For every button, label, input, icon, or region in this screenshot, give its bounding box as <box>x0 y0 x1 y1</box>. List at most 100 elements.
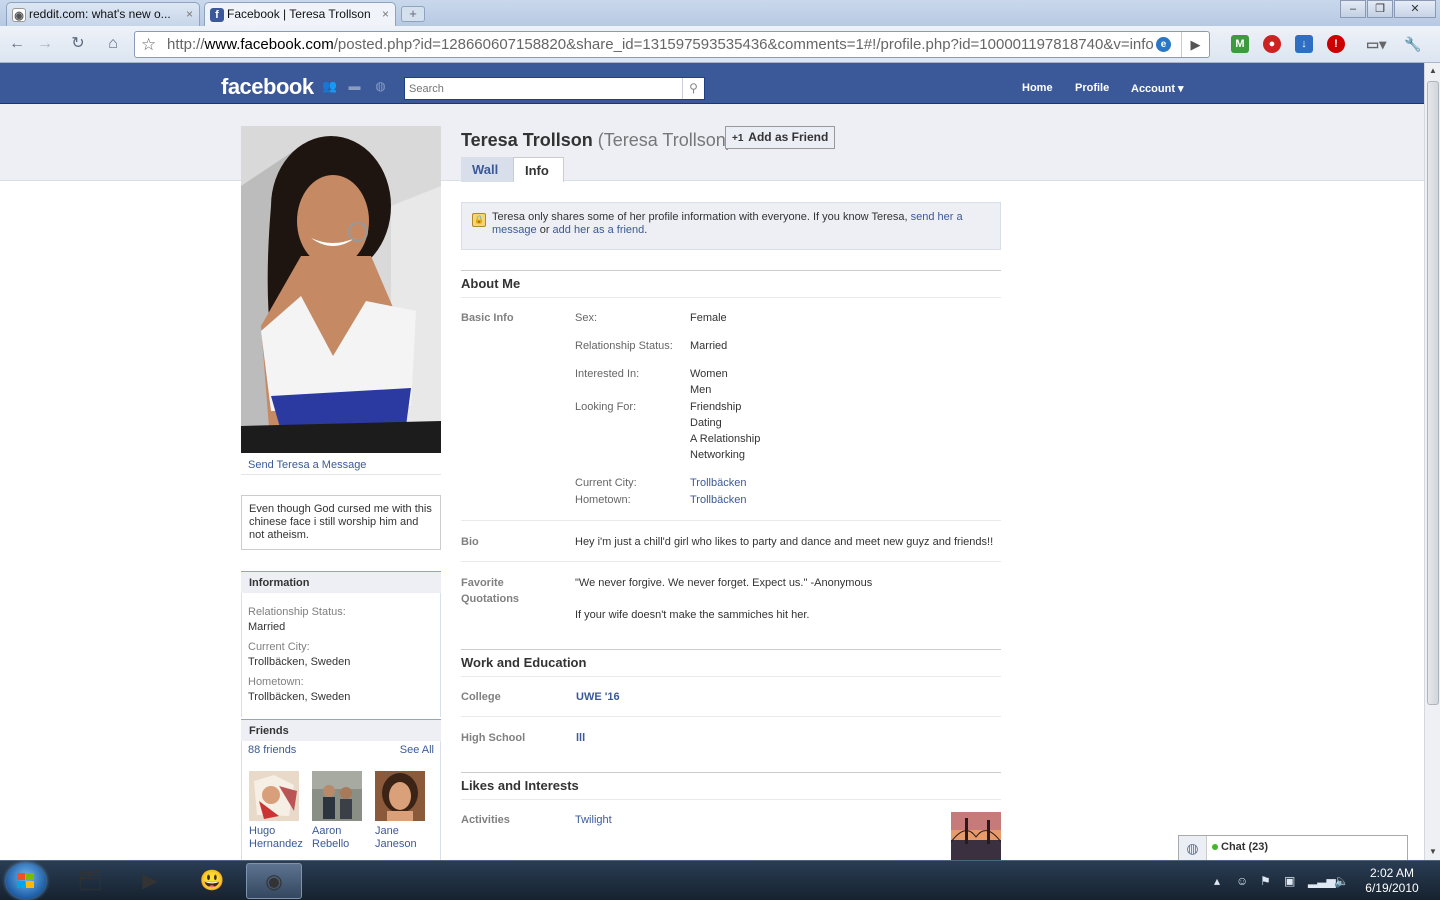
add-friend-button[interactable]: +1 Add as Friend <box>725 126 836 149</box>
url-host: www.facebook.com <box>204 36 334 53</box>
friends-count-link[interactable]: 88 friends <box>248 744 296 756</box>
interested-in-label: Interested In: <box>575 368 640 380</box>
reddit-icon: ◉ <box>12 8 26 22</box>
activity-twilight-link[interactable]: Twilight <box>575 814 612 826</box>
tab-wall[interactable]: Wall <box>461 157 513 182</box>
search-icon[interactable]: ⚲ <box>682 78 704 99</box>
nav-profile[interactable]: Profile <box>1075 82 1109 94</box>
bio-text: Hey i'm just a chill'd girl who likes to… <box>575 536 994 548</box>
friend-name[interactable]: Hugo Hernandez <box>249 825 303 851</box>
clock[interactable]: 2:02 AM 6/19/2010 <box>1360 866 1424 896</box>
chat-options-globe-icon[interactable]: ◍ <box>1179 836 1207 860</box>
tab-reddit[interactable]: ◉ reddit.com: what's new o... × <box>6 2 200 26</box>
media-player-icon[interactable]: ▶ <box>122 863 178 899</box>
nav-account[interactable]: Account ▾ <box>1131 82 1184 95</box>
sidebar-hometown: Hometown: Trollbäcken, Sweden <box>248 675 350 705</box>
friend-item[interactable]: Aaron Rebello <box>312 771 366 851</box>
profile-picture[interactable] <box>241 126 441 453</box>
tab-title: Facebook | Teresa Trollson <box>227 7 371 21</box>
chat-label[interactable]: Chat (23) <box>1212 841 1268 853</box>
chat-bar[interactable]: ◍ Chat (23) <box>1178 835 1408 860</box>
go-arrow-icon[interactable]: ▶ <box>1181 32 1209 57</box>
gmail-checker-icon[interactable]: M <box>1231 35 1249 53</box>
looking-for-label: Looking For: <box>575 401 637 413</box>
friend-item[interactable]: Jane Janeson <box>375 771 429 851</box>
home-icon[interactable]: ⌂ <box>101 33 125 55</box>
reload-icon[interactable]: ↻ <box>66 33 90 55</box>
yahoo-messenger-icon[interactable]: 😃 <box>184 863 240 899</box>
send-message-link[interactable]: Send Teresa a Message <box>248 459 366 471</box>
looking-for-value: Friendship Dating A Relationship Network… <box>690 399 760 463</box>
scrollbar-thumb[interactable] <box>1427 81 1439 705</box>
hometown-label: Hometown: <box>575 494 631 506</box>
facebook-icon: f <box>210 8 224 22</box>
add-her-as-friend-link[interactable]: add her as a friend <box>553 224 645 236</box>
adblock-icon[interactable]: ! <box>1327 35 1345 53</box>
tab-close-icon[interactable]: × <box>382 7 389 21</box>
privacy-period: . <box>644 224 648 236</box>
messenger-tray-icon[interactable]: ☺ <box>1236 874 1248 888</box>
chrome-icon[interactable]: ◉ <box>246 863 302 899</box>
messages-icon[interactable]: ▬ <box>347 80 362 92</box>
friend-last-name: Hernandez <box>249 838 303 850</box>
profile-photo-image <box>241 126 441 453</box>
college-link[interactable]: UWE '16 <box>576 691 620 703</box>
explorer-icon[interactable]: 🗂 <box>62 863 118 899</box>
current-city-link[interactable]: Trollbäcken <box>690 475 746 491</box>
vertical-scrollbar[interactable]: ▲ ▼ <box>1424 63 1440 860</box>
volume-icon[interactable]: 🔈 <box>1334 874 1349 888</box>
high-school-link[interactable]: lll <box>576 732 585 744</box>
friend-name[interactable]: Aaron Rebello <box>312 825 366 851</box>
start-button[interactable] <box>6 863 46 899</box>
hometown-label: Hometown: <box>248 676 304 688</box>
device-tray-icon[interactable]: ▣ <box>1284 874 1295 888</box>
maximize-button[interactable]: ❐ <box>1367 0 1393 18</box>
friend-item[interactable]: Hugo Hernandez <box>249 771 303 851</box>
friend-avatar[interactable] <box>249 771 299 821</box>
section-divider <box>461 676 1001 677</box>
nav-home[interactable]: Home <box>1022 82 1053 94</box>
scroll-up-arrow-icon[interactable]: ▲ <box>1425 63 1440 79</box>
friend-avatar[interactable] <box>375 771 425 821</box>
interest-item: Men <box>690 384 712 396</box>
search-input[interactable] <box>405 78 681 99</box>
minimize-button[interactable]: – <box>1340 0 1366 18</box>
friend-name[interactable]: Jane Janeson <box>375 825 429 851</box>
facebook-logo[interactable]: facebook <box>221 74 314 100</box>
activities-label: Activities <box>461 814 510 826</box>
favorite-quotations-label: Favorite Quotations <box>461 575 519 607</box>
bookmark-star-icon[interactable]: ☆ <box>141 32 156 57</box>
looking-item: Dating <box>690 417 722 429</box>
scroll-down-arrow-icon[interactable]: ▼ <box>1425 844 1440 860</box>
download-icon[interactable]: ↓ <box>1295 35 1313 53</box>
new-tab-button[interactable]: + <box>401 6 425 22</box>
profile-alternate-name: (Teresa Trollson) <box>597 130 732 150</box>
activity-image[interactable] <box>951 812 1001 860</box>
network-icon[interactable]: ▂▃▅ <box>1308 874 1336 888</box>
tab-close-icon[interactable]: × <box>186 7 193 21</box>
tab-facebook[interactable]: f Facebook | Teresa Trollson × <box>204 2 396 26</box>
friend-requests-icon[interactable]: 👥 <box>322 80 337 92</box>
notifications-globe-icon[interactable]: ◍ <box>373 80 388 92</box>
close-window-button[interactable]: ✕ <box>1394 0 1436 18</box>
tab-info[interactable]: Info <box>513 157 564 182</box>
page-menu-icon[interactable]: ▭▾ <box>1366 35 1386 53</box>
relationship-label: Relationship Status: <box>248 606 346 618</box>
add-friend-label: Add as Friend <box>748 130 829 144</box>
friend-photo-image <box>312 771 362 821</box>
see-all-friends-link[interactable]: See All <box>400 744 434 756</box>
extension-icon[interactable]: ● <box>1263 35 1281 53</box>
wrench-icon[interactable]: 🔧 <box>1404 35 1422 53</box>
address-bar[interactable]: ☆ http://www.facebook.com/posted.php?id=… <box>134 31 1210 58</box>
lock-icon: 🔒 <box>472 213 486 227</box>
hometown-link[interactable]: Trollbäcken <box>690 492 746 508</box>
friends-heading: Friends <box>241 719 441 741</box>
flag-tray-icon[interactable]: ⚑ <box>1260 874 1271 888</box>
tray-expand-icon[interactable]: ▴ <box>1214 874 1220 888</box>
back-arrow-icon[interactable]: ← <box>5 33 29 55</box>
friend-avatar[interactable] <box>312 771 362 821</box>
forward-arrow-icon[interactable]: → <box>33 33 57 55</box>
section-divider <box>461 799 1001 800</box>
friends-links: 88 friends See All <box>248 744 434 756</box>
ie-tab-icon[interactable]: e <box>1156 37 1171 52</box>
